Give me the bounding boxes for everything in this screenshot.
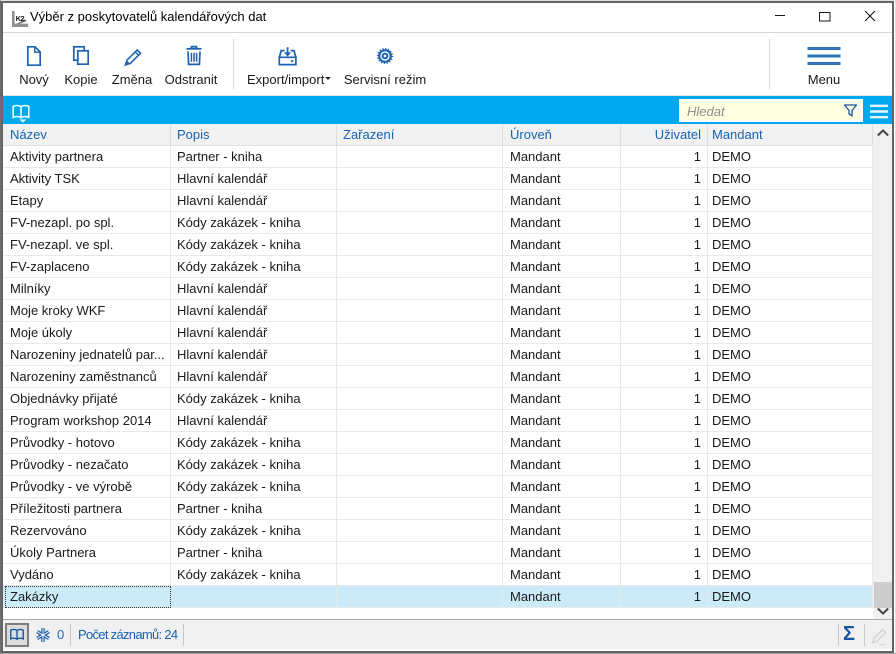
svg-text:K2: K2 <box>16 14 25 23</box>
